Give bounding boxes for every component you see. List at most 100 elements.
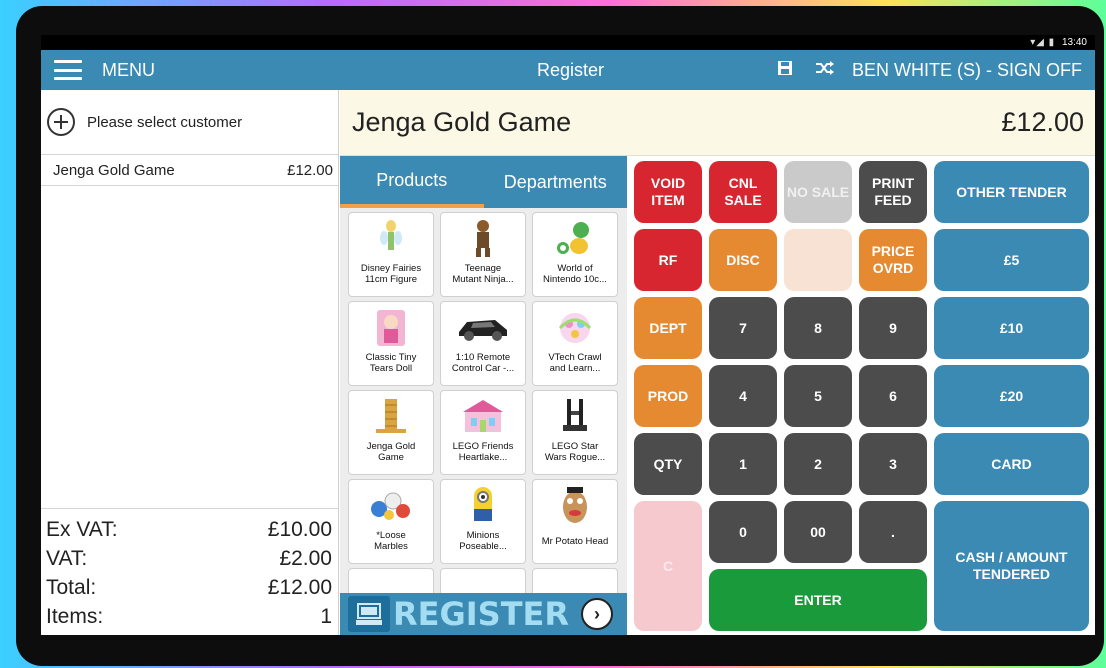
selected-product-price: £12.00 [1001,107,1084,137]
product-name-line2: Control Car -... [451,363,515,374]
tender-20-button[interactable]: £20 [934,365,1089,427]
minion-icon [474,487,492,521]
rc-car-icon [459,320,507,341]
product-name-line2: Game [378,452,404,463]
sign-off-button[interactable]: BEN WHITE (S) - SIGN OFF [852,60,1082,81]
cart-item-price: £12.00 [287,161,333,179]
customer-placeholder: Please select customer [87,113,243,131]
clear-button[interactable]: C [634,501,702,631]
cart-panel: Please select customer Jenga Gold Game £… [41,90,339,635]
key-decimal[interactable]: . [859,501,927,563]
product-card[interactable]: LEGO Friends Heartlake... [440,390,526,475]
register-bar: REGISTER › [340,593,627,635]
tender-5-button[interactable]: £5 [934,229,1089,291]
app-bar: MENU Register BEN WHITE (S) - SIGN OFF [41,50,1095,90]
menu-label[interactable]: MENU [102,60,155,81]
key-00[interactable]: 00 [784,501,852,563]
cancel-sale-button[interactable]: CNL SALE [709,161,777,223]
status-time: 13:40 [1061,37,1087,48]
product-card[interactable]: 1:10 Remote Control Car -... [440,301,526,386]
cash-tendered-button[interactable]: CASH / AMOUNT TENDERED [934,501,1089,631]
add-circle-icon [47,108,75,136]
product-name-line2: Heartlake... [458,452,508,463]
product-name-line1: Mr Potato Head [541,536,609,547]
no-sale-button[interactable]: NO SALE [784,161,852,223]
potato-head-icon [563,487,587,523]
product-name-line1: Classic Tiny [365,352,417,363]
doll-icon [377,310,405,346]
product-name-line1: Teenage [464,263,502,274]
product-card[interactable]: LEGO Star Wars Rogue... [532,390,618,475]
price-override-button[interactable]: PRICE OVRD [859,229,927,291]
jenga-icon [376,399,406,433]
select-customer-button[interactable]: Please select customer [41,90,338,155]
enter-button[interactable]: ENTER [709,569,927,631]
nintendo-figure-icon [557,222,589,254]
items-value: 1 [320,605,332,628]
key-8[interactable]: 8 [784,297,852,359]
product-name-line2: Wars Rogue... [544,452,606,463]
product-card[interactable]: World of Nintendo 10c... [532,212,618,297]
cart-line-item[interactable]: Jenga Gold Game £12.00 [41,155,338,186]
ninja-figure-icon [476,220,490,257]
items-label: Items: [46,605,104,628]
totals-summary: Ex VAT: £10.00 VAT: £2.00 Total: £12.00 Ite… [41,508,338,635]
key-9[interactable]: 9 [859,297,927,359]
print-feed-button[interactable]: PRINT FEED [859,161,927,223]
blank-key[interactable] [784,229,852,291]
tender-10-button[interactable]: £10 [934,297,1089,359]
shuffle-icon[interactable] [815,60,835,80]
other-tender-button[interactable]: OTHER TENDER [934,161,1089,223]
chevron-right-icon[interactable]: › [581,598,614,630]
save-icon[interactable] [775,60,795,80]
hamburger-menu-icon[interactable] [54,60,82,80]
product-name-line2: Tears Doll [369,363,413,374]
product-card[interactable]: Mr Potato Head [532,479,618,564]
product-card[interactable]: Teenage Mutant Ninja... [440,212,526,297]
key-7[interactable]: 7 [709,297,777,359]
product-name-line1: World of [557,263,593,274]
vtech-toy-icon [558,313,592,343]
product-name-line1: LEGO Friends [452,441,514,452]
product-name-line2: 11cm Figure [364,274,418,285]
page-title: Register [537,59,605,80]
vat-label: VAT: [46,547,88,570]
product-card[interactable]: *Loose Marbles [348,479,434,564]
tab-products[interactable]: Products [340,156,484,208]
discount-button[interactable]: DISC [709,229,777,291]
quantity-button[interactable]: QTY [634,433,702,495]
ex-vat-value: £10.00 [267,518,332,541]
catalog-tabs: Products Departments [340,156,627,208]
key-1[interactable]: 1 [709,433,777,495]
register-label: REGISTER [393,595,570,633]
product-name-line2: and Learn... [549,363,601,374]
refund-button[interactable]: RF [634,229,702,291]
product-grid: Disney Fairies 11cm Figure Teenage Mutan… [340,208,627,635]
product-card[interactable]: Disney Fairies 11cm Figure [348,212,434,297]
keypad: VOID ITEM CNL SALE NO SALE PRINT FEED OT… [627,156,1095,635]
product-card[interactable]: Minions Poseable... [440,479,526,564]
key-5[interactable]: 5 [784,365,852,427]
product-name-line1: VTech Crawl [548,352,602,363]
product-card[interactable]: Classic Tiny Tears Doll [348,301,434,386]
ex-vat-label: Ex VAT: [46,518,118,541]
key-6[interactable]: 6 [859,365,927,427]
key-3[interactable]: 3 [859,433,927,495]
tab-departments[interactable]: Departments [484,156,628,208]
selected-product-display: Jenga Gold Game £12.00 [340,90,1095,156]
key-2[interactable]: 2 [784,433,852,495]
card-tender-button[interactable]: CARD [934,433,1089,495]
key-4[interactable]: 4 [709,365,777,427]
key-0[interactable]: 0 [709,501,777,563]
fairy-figure-icon [380,220,402,250]
product-card[interactable]: VTech Crawl and Learn... [532,301,618,386]
void-item-button[interactable]: VOID ITEM [634,161,702,223]
register-icon [348,596,390,632]
department-button[interactable]: DEPT [634,297,702,359]
product-button[interactable]: PROD [634,365,702,427]
product-name-line2: Marbles [374,541,408,552]
total-value: £12.00 [267,576,332,599]
product-name-line2: Poseable... [459,541,507,552]
cart-item-name: Jenga Gold Game [53,161,175,179]
product-card[interactable]: Jenga Gold Game [348,390,434,475]
